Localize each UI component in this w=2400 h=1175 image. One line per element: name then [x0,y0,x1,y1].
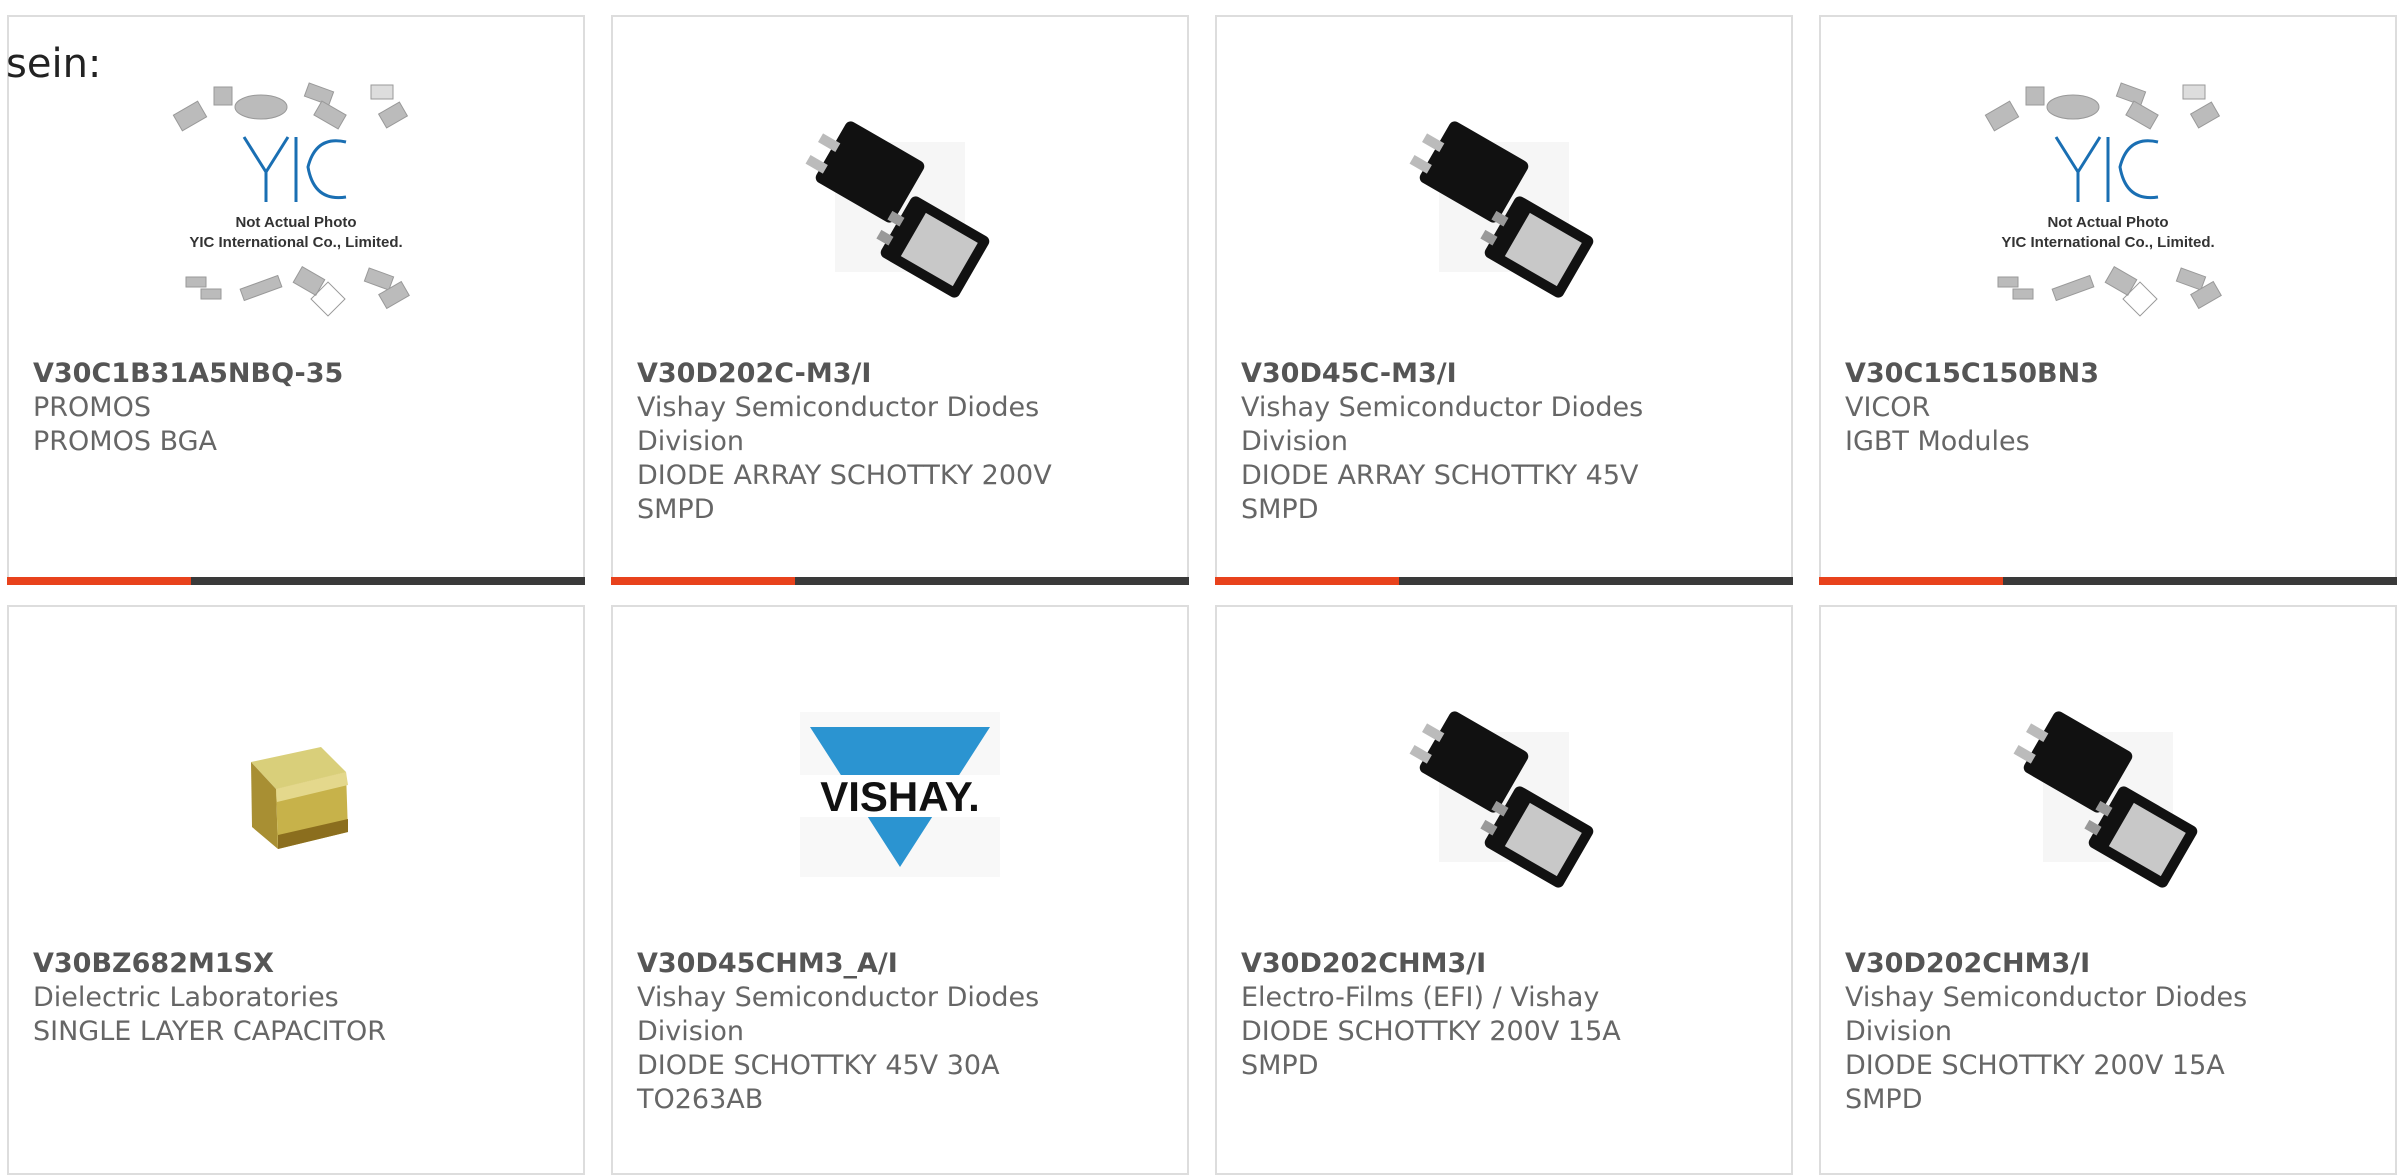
package: SMPD [1845,1084,1923,1115]
manufacturer: Vishay Semiconductor Diodes [1845,982,2248,1013]
package: SMPD [1241,1050,1319,1081]
yic-placeholder-image: Not Actual Photo YIC International Co., … [166,77,426,337]
package: TO263AB [637,1084,764,1115]
part-number[interactable]: V30C1B31A5NBQ-35 [33,357,563,391]
manufacturer-line-2: Division [637,1016,744,1047]
product-card[interactable]: V30BZ682M1SX Dielectric Laboratories SIN… [7,605,585,1175]
vishay-logo-text: VISHAY. [820,773,980,820]
smpd-diode-image [1374,77,1634,337]
card-bottom-bar [1215,577,1793,585]
product-card[interactable]: Not Actual Photo YIC International Co., … [1819,15,2397,585]
card-accent-bar [1819,577,2003,585]
smpd-diode-image [1978,667,2238,927]
description: PROMOS BGA [33,426,218,457]
package: SMPD [1241,494,1319,525]
manufacturer-line-2: Division [637,426,744,457]
manufacturer-line-2: Division [1241,426,1348,457]
product-card[interactable]: V30D202C-M3/I Vishay Semiconductor Diode… [611,15,1189,585]
product-card[interactable]: V30D45C-M3/I Vishay Semiconductor Diodes… [1215,15,1793,585]
image-caption-1: Not Actual Photo [2047,214,2168,231]
package: SMPD [637,494,715,525]
description: DIODE SCHOTTKY 200V 15A [1241,1016,1621,1047]
manufacturer: Vishay Semiconductor Diodes [637,392,1040,423]
description: DIODE SCHOTTKY 200V 15A [1845,1050,2225,1081]
manufacturer: VICOR [1845,392,1931,423]
vishay-logo-image: VISHAY. [770,667,1030,927]
card-accent-bar [611,577,795,585]
image-caption-2: YIC International Co., Limited. [189,234,402,251]
part-number[interactable]: V30D202CHM3/I [1241,947,1771,981]
card-accent-bar [1215,577,1399,585]
card-bottom-bar [611,577,1189,585]
part-number[interactable]: V30D45CHM3_A/I [637,947,1167,981]
manufacturer: Vishay Semiconductor Diodes [1241,392,1644,423]
smpd-diode-image [770,77,1030,337]
description: DIODE ARRAY SCHOTTKY 45V [1241,460,1639,491]
product-card[interactable]: V30D202CHM3/I Electro-Films (EFI) / Vish… [1215,605,1793,1175]
manufacturer: Vishay Semiconductor Diodes [637,982,1040,1013]
part-number[interactable]: V30BZ682M1SX [33,947,563,981]
part-number[interactable]: V30D202C-M3/I [637,357,1167,391]
yic-placeholder-image: Not Actual Photo YIC International Co., … [1978,77,2238,337]
card-bottom-bar [1819,577,2397,585]
card-accent-bar [7,577,191,585]
description: DIODE ARRAY SCHOTTKY 200V [637,460,1052,491]
card-bottom-bar [7,577,585,585]
description: SINGLE LAYER CAPACITOR [33,1016,387,1047]
image-caption-1: Not Actual Photo [235,214,356,231]
manufacturer: PROMOS [33,392,151,423]
product-card[interactable]: V30D202CHM3/I Vishay Semiconductor Diode… [1819,605,2397,1175]
part-number[interactable]: V30D45C-M3/I [1241,357,1771,391]
description: DIODE SCHOTTKY 45V 30A [637,1050,1000,1081]
page-prefix-text: sein: [6,41,102,87]
part-number[interactable]: V30D202CHM3/I [1845,947,2375,981]
product-card[interactable]: Not Actual Photo YIC International Co., … [7,15,585,585]
product-card[interactable]: VISHAY. V30D45CHM3_A/I Vishay Semiconduc… [611,605,1189,1175]
smpd-diode-image [1374,667,1634,927]
image-caption-2: YIC International Co., Limited. [2001,234,2214,251]
capacitor-image [166,667,426,927]
manufacturer-line-2: Division [1845,1016,1952,1047]
manufacturer: Electro-Films (EFI) / Vishay [1241,982,1600,1013]
description: IGBT Modules [1845,426,2030,457]
part-number[interactable]: V30C15C150BN3 [1845,357,2375,391]
manufacturer: Dielectric Laboratories [33,982,339,1013]
